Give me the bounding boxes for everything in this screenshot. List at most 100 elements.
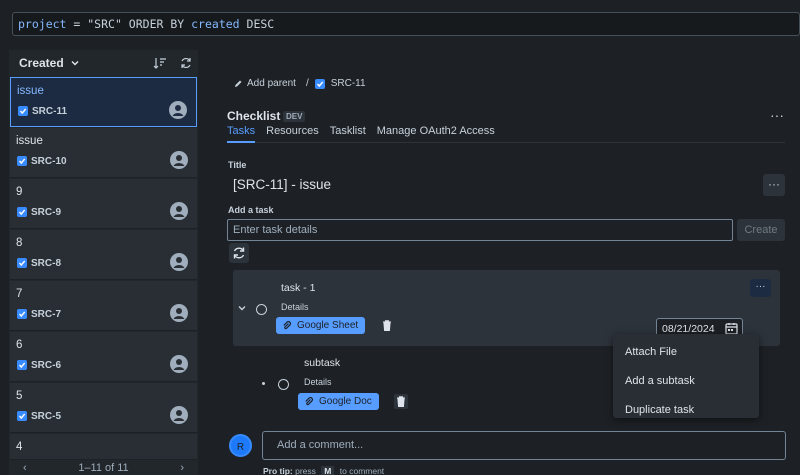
refresh-icon	[233, 247, 245, 259]
google-sheet-attachment-button[interactable]: Google Sheet	[276, 317, 366, 334]
issue-list-header: Created	[9, 50, 198, 76]
menu-item-duplicate-task[interactable]: Duplicate task	[613, 396, 759, 418]
add-task-label: Add a task	[228, 205, 274, 215]
shortcut-key: M	[321, 466, 335, 475]
issue-summary: 9	[16, 186, 23, 198]
issue-key: SRC-11	[32, 106, 68, 117]
protip: Pro tip: press M to comment	[263, 466, 384, 475]
issue-card-src-4[interactable]: 4	[10, 434, 197, 460]
panel-more-icon[interactable]: ···	[770, 107, 784, 123]
jql-value: "SRC"	[87, 17, 122, 31]
title-label: Title	[228, 160, 247, 170]
paperclip-icon	[305, 396, 313, 405]
issue-summary: issue	[17, 85, 44, 97]
paperclip-icon	[283, 320, 291, 329]
tab-tasks[interactable]: Tasks	[227, 125, 256, 143]
sort-dropdown[interactable]: Created	[19, 56, 64, 70]
task-details-label: Details	[281, 302, 309, 312]
attachment-label: Google Doc	[319, 396, 372, 407]
issue-list-panel: Created issue SRC-11 issue SRC-10 9 SRC-…	[9, 50, 198, 475]
issue-key: SRC-5	[31, 411, 62, 422]
subtask-name[interactable]: subtask	[304, 357, 340, 369]
issue-key: SRC-6	[31, 360, 62, 371]
issue-card-src-9[interactable]: 9 SRC-9	[10, 179, 197, 229]
tab-manage-oauth2[interactable]: Manage OAuth2 Access	[377, 125, 495, 142]
issue-card-src-7[interactable]: 7 SRC-7	[10, 281, 197, 331]
issue-card-src-6[interactable]: 6 SRC-6	[10, 332, 197, 382]
title-more-button[interactable]: ···	[763, 174, 785, 196]
task-complete-radio[interactable]	[256, 304, 267, 315]
issue-key: SRC-9	[31, 207, 62, 218]
jql-query-bar[interactable]: project = "SRC" ORDER BY created DESC	[12, 12, 800, 36]
task-type-icon	[17, 156, 27, 166]
unassigned-avatar-icon	[169, 101, 187, 119]
issue-summary: 7	[16, 288, 23, 300]
issue-summary: issue	[16, 135, 43, 147]
task-actions-menu: Attach File Add a subtask Duplicate task	[613, 334, 759, 418]
page-count: 1–11 of 11	[78, 461, 129, 474]
panel-tabs: Tasks Resources Tasklist Manage OAuth2 A…	[227, 125, 785, 143]
avatar: R	[229, 434, 252, 457]
prev-page-button[interactable]: ‹	[23, 462, 27, 474]
subtask-complete-radio[interactable]	[278, 379, 289, 390]
unassigned-avatar-icon	[170, 406, 188, 424]
delete-attachment-button[interactable]	[380, 318, 394, 333]
attachment-label: Google Sheet	[297, 320, 359, 331]
next-page-button[interactable]: ›	[180, 462, 184, 474]
checklist-title-value[interactable]: [SRC-11] - issue	[233, 177, 331, 192]
menu-item-attach-file[interactable]: Attach File	[613, 334, 759, 367]
task-type-icon	[17, 309, 27, 319]
breadcrumb-separator: /	[305, 78, 309, 89]
add-parent-link[interactable]: Add parent	[247, 78, 296, 89]
unassigned-avatar-icon	[170, 151, 188, 169]
subtask-bullet	[262, 382, 265, 385]
task-type-icon	[17, 360, 27, 370]
issue-key: SRC-7	[31, 309, 62, 320]
trash-icon	[397, 396, 405, 408]
jql-field: project	[18, 17, 67, 31]
comment-input[interactable]: Add a comment...	[262, 431, 786, 460]
refresh-tasks-button[interactable]	[229, 243, 249, 263]
issue-key-link[interactable]: SRC-11	[331, 78, 366, 89]
issue-card-src-10[interactable]: issue SRC-10	[10, 128, 197, 178]
unassigned-avatar-icon	[170, 304, 188, 322]
jql-order: ORDER BY	[121, 17, 192, 31]
task-type-icon	[18, 106, 28, 116]
unassigned-avatar-icon	[170, 355, 188, 373]
google-doc-attachment-button[interactable]: Google Doc	[298, 393, 379, 410]
breadcrumb: Add parent / SRC-11	[233, 78, 370, 89]
jql-direction: DESC	[239, 17, 275, 31]
issue-card-src-5[interactable]: 5 SRC-5	[10, 383, 197, 433]
pencil-icon	[235, 80, 242, 87]
chevron-down-icon[interactable]	[70, 58, 80, 68]
task-more-button[interactable]: ···	[750, 279, 771, 297]
subtask-details-label: Details	[304, 377, 332, 387]
issue-card-src-11[interactable]: issue SRC-11	[10, 77, 197, 127]
issue-card-src-8[interactable]: 8 SRC-8	[10, 230, 197, 280]
task-name[interactable]: task - 1	[281, 282, 315, 294]
sort-order-icon[interactable]	[153, 56, 167, 70]
protip-press: press	[295, 466, 316, 475]
tab-resources[interactable]: Resources	[266, 125, 319, 142]
jql-order-field: created	[191, 17, 240, 31]
task-type-icon	[17, 258, 27, 268]
issue-summary: 8	[16, 237, 23, 249]
protip-prefix: Pro tip:	[263, 466, 293, 475]
delete-attachment-button[interactable]	[394, 394, 408, 409]
chevron-down-icon[interactable]	[238, 304, 246, 312]
issue-key: SRC-10	[31, 156, 67, 167]
protip-suffix: to comment	[339, 466, 385, 475]
task-type-icon	[17, 411, 27, 421]
refresh-icon[interactable]	[179, 56, 193, 70]
issue-key: SRC-8	[31, 258, 62, 269]
menu-item-add-subtask[interactable]: Add a subtask	[613, 367, 759, 396]
panel-title: Checklist	[227, 109, 281, 123]
issue-summary: 5	[16, 390, 23, 402]
create-task-button[interactable]: Create	[737, 219, 785, 241]
unassigned-avatar-icon	[170, 202, 188, 220]
tab-tasklist[interactable]: Tasklist	[330, 125, 366, 142]
trash-icon	[383, 320, 391, 332]
pagination: ‹ 1–11 of 11 ›	[9, 460, 198, 475]
jql-operator: =	[66, 17, 88, 31]
add-task-input[interactable]	[227, 219, 733, 241]
